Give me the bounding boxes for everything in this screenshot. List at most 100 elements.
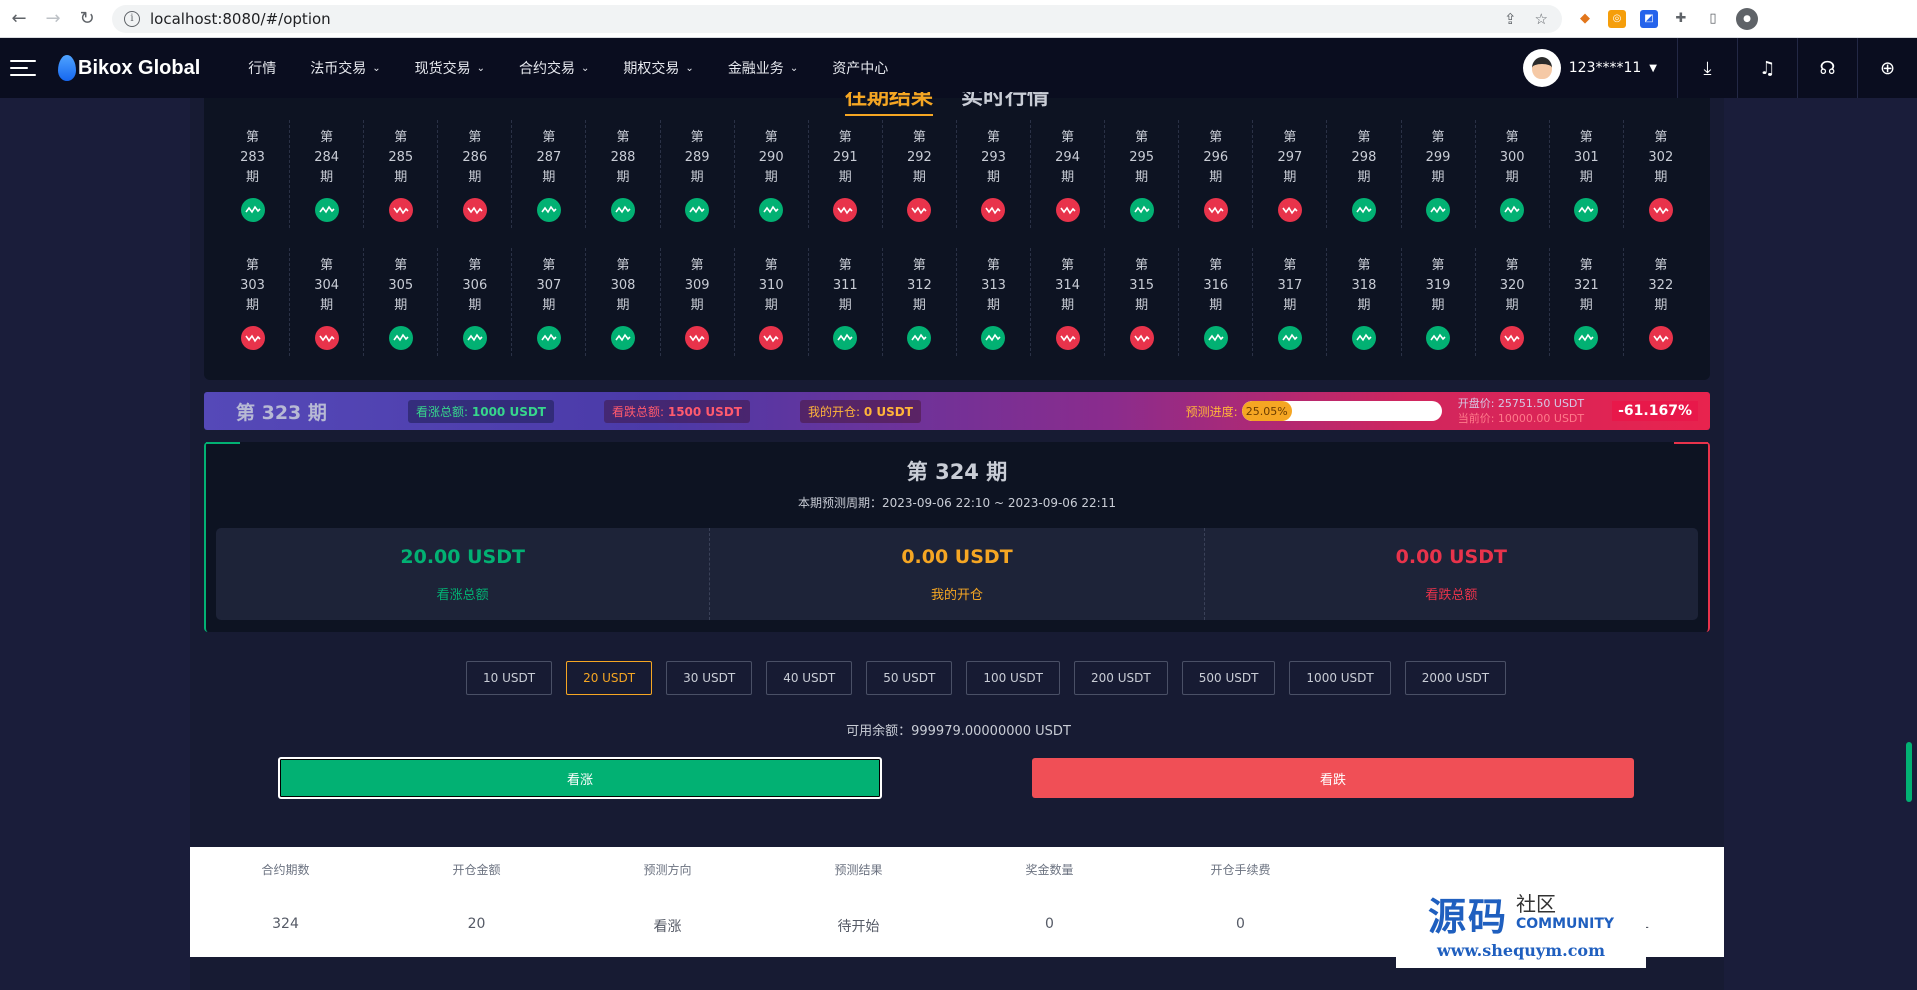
history-label: 307	[536, 278, 562, 293]
forward-icon[interactable]: →	[38, 4, 68, 34]
amount-option[interactable]: 2000 USDT	[1404, 661, 1507, 695]
amount-option[interactable]: 10 USDT	[466, 661, 553, 695]
history-label: 318	[1351, 278, 1377, 293]
history-cell: 第 312 期	[883, 248, 957, 356]
history-cell: 第 304 期	[290, 248, 365, 356]
menu-icon[interactable]	[10, 60, 36, 76]
period-stats: 20.00 USDT 看涨总额 0.00 USDT 我的开仓 0.00 USDT 看跌总额	[216, 528, 1698, 620]
info-icon[interactable]: i	[124, 10, 140, 27]
tab-history[interactable]: 往期结果	[845, 92, 934, 116]
history-label: 第	[1654, 130, 1668, 145]
amount-option[interactable]: 50 USDT	[866, 661, 953, 695]
share-icon[interactable]: ⇪	[1504, 10, 1517, 28]
amount-option[interactable]: 200 USDT	[1074, 661, 1168, 695]
address-bar[interactable]: i localhost:8080/#/option ⇪ ☆	[112, 4, 1562, 33]
fall-icon	[981, 198, 1006, 222]
puzzle-icon[interactable]: ✚	[1672, 10, 1690, 28]
extension-icon[interactable]: ◎	[1608, 9, 1626, 28]
reload-icon[interactable]: ↻	[72, 4, 102, 34]
sidepanel-icon[interactable]: ▯	[1704, 10, 1722, 28]
history-label: 第	[1283, 258, 1297, 273]
history-label: 期	[838, 170, 852, 185]
amount-option[interactable]: 500 USDT	[1181, 661, 1276, 695]
fall-icon	[1277, 198, 1302, 222]
history-label: 316	[1203, 278, 1229, 293]
history-label: 第	[542, 258, 556, 273]
nav-item-3[interactable]: 合约交易 ⌄	[519, 58, 589, 78]
nav-item-2[interactable]: 现货交易 ⌄	[415, 58, 485, 78]
amount-option[interactable]: 100 USDT	[966, 661, 1061, 695]
metamask-extension-icon[interactable]: ◆	[1576, 10, 1594, 28]
history-label: 期	[1579, 298, 1593, 313]
fall-icon	[1500, 326, 1525, 350]
download-icon[interactable]: ⤓	[1677, 38, 1737, 98]
history-label: 294	[1055, 150, 1080, 165]
amount-option[interactable]: 20 USDT	[566, 661, 653, 695]
app-header: Bikox Global 行情 法币交易 ⌄ 现货交易 ⌄ 合约交易 ⌄ 期权交易 ⌄ 金融业务 ⌄…	[0, 38, 1917, 98]
history-label: 期	[912, 170, 926, 185]
history-cell: 第 313 期	[957, 248, 1032, 356]
history-label: 期	[246, 170, 260, 185]
globe-icon[interactable]: ⊕	[1857, 38, 1917, 98]
bell-icon[interactable]: ♫	[1737, 38, 1797, 98]
history-cell: 第 297 期	[1253, 120, 1328, 228]
history-label: 期	[394, 170, 408, 185]
rise-icon	[685, 198, 710, 222]
tab-realtime[interactable]: 实时行情	[961, 92, 1049, 116]
history-cell: 第 303 期	[216, 248, 291, 356]
change-badge: -61.167%	[1612, 401, 1698, 421]
history-label: 300	[1499, 150, 1525, 165]
history-label: 322	[1648, 278, 1674, 293]
fall-icon	[1648, 198, 1673, 222]
history-label: 第	[394, 258, 408, 273]
history-label: 期	[1209, 170, 1223, 185]
history-label: 第	[1357, 130, 1371, 145]
amount-option[interactable]: 40 USDT	[766, 661, 853, 695]
history-label: 期	[1061, 298, 1075, 313]
rise-icon	[833, 326, 858, 350]
nav-item-6[interactable]: 资产中心	[832, 58, 888, 78]
buy-up-button[interactable]: 看涨	[278, 757, 882, 799]
history-cell: 第 311 期	[809, 248, 883, 356]
amount-option[interactable]: 1000 USDT	[1289, 661, 1391, 695]
history-label: 312	[906, 278, 932, 293]
scrollbar[interactable]	[1906, 742, 1912, 802]
history-label: 317	[1277, 278, 1303, 293]
history-label: 第	[1431, 258, 1445, 273]
stat-caption: 看跌总额	[1425, 587, 1478, 603]
history-cell: 第 286 期	[438, 120, 513, 228]
rise-icon	[536, 326, 561, 350]
nav-item-4[interactable]: 期权交易 ⌄	[623, 58, 693, 78]
history-label: 304	[314, 278, 340, 293]
logo[interactable]: Bikox Global	[58, 55, 200, 81]
amount-option[interactable]: 30 USDT	[666, 661, 753, 695]
buy-down-button[interactable]: 看跌	[1032, 758, 1634, 798]
profile-avatar[interactable]: ●	[1736, 7, 1758, 30]
headset-icon[interactable]: ☊	[1797, 38, 1857, 98]
extension-icon-blue[interactable]: ◩	[1640, 9, 1658, 28]
history-label: 319	[1425, 278, 1451, 293]
history-label: 第	[986, 258, 1000, 273]
user-menu[interactable]: 123****11 ▼	[1522, 49, 1657, 87]
history-label: 期	[1135, 170, 1149, 185]
nav-item-1[interactable]: 法币交易 ⌄	[310, 58, 380, 78]
history-label: 期	[394, 298, 408, 313]
rise-icon	[1574, 326, 1599, 350]
history-label: 第	[246, 130, 260, 145]
star-icon[interactable]: ☆	[1535, 10, 1548, 28]
history-label: 第	[1579, 258, 1593, 273]
history-label: 期	[986, 298, 1000, 313]
history-label: 期	[542, 170, 556, 185]
nav-item-0[interactable]: 行情	[248, 58, 276, 78]
history-label: 第	[1209, 258, 1223, 273]
history-label: 期	[616, 170, 630, 185]
back-icon[interactable]: ←	[4, 4, 34, 34]
history-cell: 第 298 期	[1327, 120, 1402, 228]
progress-fill: 25.05%	[1241, 401, 1292, 421]
nav-item-5[interactable]: 金融业务 ⌄	[728, 58, 798, 78]
amount-options: 10 USDT 20 USDT 30 USDT 40 USDT 50 USDT 100 U…	[466, 661, 1507, 695]
column-header: 奖金数量	[1025, 863, 1074, 877]
history-label: 301	[1573, 150, 1599, 165]
rise-icon	[1351, 198, 1376, 222]
history-label: 308	[610, 278, 636, 293]
